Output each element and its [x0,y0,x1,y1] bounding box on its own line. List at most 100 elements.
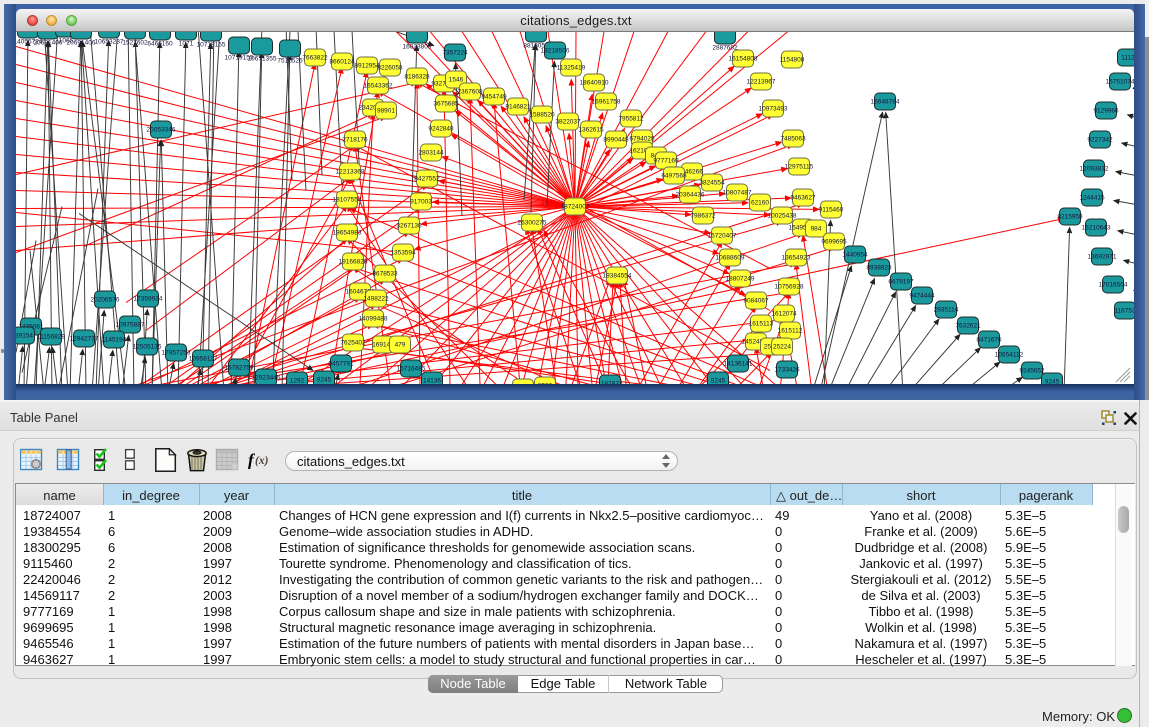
svg-text:9245: 9245 [711,377,726,384]
svg-text:7357224: 7357224 [442,49,468,56]
svg-text:1145194: 1145194 [102,336,127,343]
svg-text:1527602: 1527602 [122,39,148,46]
svg-text:3822037: 3822037 [555,118,581,125]
svg-text:14136141: 14136141 [724,360,753,367]
svg-text:8938923: 8938923 [866,264,892,271]
svg-text:7515526: 7515526 [277,57,303,64]
svg-text:1244415: 1244415 [1079,194,1105,201]
svg-text:479: 479 [395,341,406,348]
svg-text:1612074: 1612074 [771,310,797,317]
svg-text:20364436: 20364436 [676,191,705,198]
svg-text:9129966: 9129966 [1093,107,1119,114]
svg-text:16210643: 16210643 [1082,224,1111,231]
svg-text:9474444: 9474444 [909,292,935,299]
svg-text:18724007: 18724007 [561,203,590,210]
svg-text:15716485: 15716485 [397,365,426,372]
svg-text:20206576: 20206576 [91,296,120,303]
svg-text:1112: 1112 [1121,54,1134,61]
svg-text:6466160: 6466160 [147,40,173,47]
svg-text:12975115: 12975115 [785,163,814,170]
svg-text:8678533: 8678533 [372,270,398,277]
svg-text:1615112: 1615112 [778,327,803,334]
svg-text:116753: 116753 [1114,307,1134,314]
svg-text:9146821: 9146821 [505,103,531,110]
svg-text:2718176: 2718176 [342,136,368,143]
svg-text:8660124: 8660124 [329,58,355,65]
svg-text:62160: 62160 [751,199,769,206]
svg-text:12923446: 12923446 [252,374,281,381]
svg-text:2803144: 2803144 [418,149,444,156]
svg-text:984: 984 [811,225,822,232]
svg-text:12942737: 12942737 [70,335,99,342]
svg-text:16543362: 16543362 [364,82,393,89]
svg-text:10671355: 10671355 [248,55,277,62]
svg-text:16154808: 16154808 [729,55,758,62]
svg-text:9115460: 9115460 [819,206,844,213]
svg-text:8186328: 8186328 [404,73,430,80]
svg-text:10807487: 10807487 [723,189,752,196]
svg-text:14099488: 14099488 [359,315,388,322]
svg-text:9084067: 9084067 [743,297,769,304]
svg-text:6794028: 6794028 [629,135,655,142]
svg-text:7485063: 7485063 [780,135,806,142]
svg-text:25224: 25224 [773,343,791,350]
svg-text:12213369: 12213369 [336,168,365,175]
svg-text:10653287: 10653287 [95,38,124,45]
svg-text:1615113: 1615113 [749,320,774,327]
svg-text:3267130: 3267130 [396,222,422,229]
svg-text:1498222: 1498222 [363,295,389,302]
svg-text:9457791: 9457791 [328,360,354,367]
svg-text:13692971: 13692971 [1088,253,1117,260]
svg-text:9242848: 9242848 [428,125,454,132]
svg-text:12505135: 12505135 [133,343,162,350]
svg-text:20053346: 20053346 [147,126,176,133]
svg-text:14136: 14136 [423,377,441,384]
svg-text:10973493: 10973493 [759,105,788,112]
svg-text:16961758: 16961758 [592,98,621,105]
svg-text:17957253: 17957253 [162,349,191,356]
svg-text:15751074: 15751074 [1106,78,1134,85]
svg-text:917003: 917003 [410,198,432,205]
svg-text:17016504: 17016504 [1099,281,1128,288]
svg-text:1071: 1071 [179,40,194,47]
svg-text:18640910: 18640910 [580,79,609,86]
svg-text:11156829: 11156829 [37,333,65,340]
svg-text:10958117: 10958117 [189,355,218,362]
svg-text:(x): (x) [255,455,269,467]
svg-text:9463627: 9463627 [790,194,816,201]
svg-text:8226058: 8226058 [377,64,403,71]
svg-text:15720407: 15720407 [708,232,737,239]
svg-text:7986372: 7986372 [690,212,716,219]
svg-text:7625402: 7625402 [340,339,366,346]
svg-text:6679197: 6679197 [888,278,914,285]
svg-text:19654983: 19654983 [333,229,362,236]
svg-text:10719155: 10719155 [197,41,226,48]
svg-text:2935114: 2935114 [934,306,959,313]
svg-text:11325419: 11325419 [557,64,586,71]
svg-text:3824554: 3824554 [699,179,725,186]
svg-text:7632621: 7632621 [955,322,981,329]
svg-text:9245: 9245 [317,376,332,383]
svg-text:8427552: 8427552 [414,175,440,182]
svg-text:17359924: 17359924 [134,295,163,302]
svg-text:2367608: 2367608 [457,88,483,95]
svg-text:6497568: 6497568 [661,172,687,179]
svg-text:9777169: 9777169 [653,157,679,164]
svg-text:10975887: 10975887 [116,321,145,328]
svg-text:1588520: 1588520 [529,111,555,118]
svg-text:16782759: 16782759 [225,364,254,371]
svg-text:1292: 1292 [290,377,305,384]
svg-text:7955812: 7955812 [618,115,644,122]
svg-text:16033809: 16033809 [403,43,432,50]
svg-text:1440954: 1440954 [842,251,868,258]
svg-text:16782: 16782 [601,380,619,384]
svg-text:7663822: 7663822 [302,54,328,61]
svg-text:13654923: 13654923 [782,254,811,261]
svg-text:8912954: 8912954 [354,62,380,69]
svg-text:10654112: 10654112 [995,351,1024,358]
svg-text:8454749: 8454749 [481,93,507,100]
svg-text:16648784: 16648784 [871,98,900,105]
svg-text:1546: 1546 [449,76,464,83]
svg-text:18107554: 18107554 [333,196,362,203]
svg-text:8215958: 8215958 [1057,213,1083,220]
